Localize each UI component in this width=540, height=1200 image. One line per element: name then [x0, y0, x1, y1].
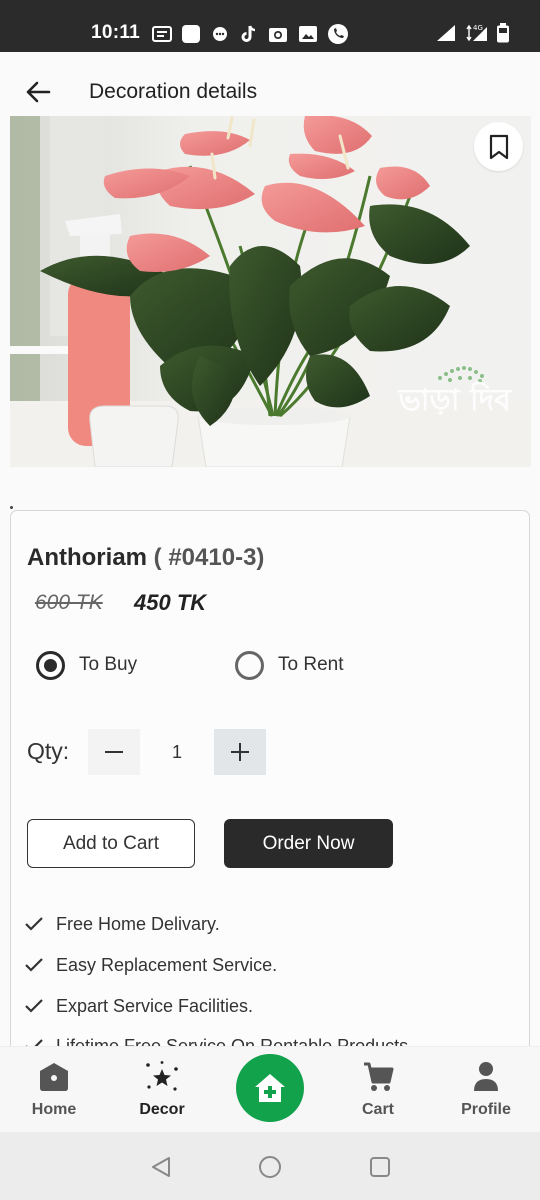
- notification-icon: [152, 26, 172, 42]
- nav-home[interactable]: Home: [9, 1061, 99, 1119]
- old-price: 600 TK: [35, 591, 103, 614]
- radio-to-buy[interactable]: To Buy: [36, 649, 137, 681]
- back-button[interactable]: [20, 74, 56, 110]
- bottom-navigation: Home Decor Cart Profile: [0, 1046, 540, 1132]
- feature-item: Expart Service Facilities.: [25, 992, 253, 1020]
- add-to-cart-button[interactable]: Add to Cart: [27, 819, 195, 868]
- status-time: 10:11: [91, 22, 141, 43]
- product-code: ( #0410-3): [153, 544, 265, 571]
- bookmark-button[interactable]: [474, 122, 523, 171]
- feature-text: Expart Service Facilities.: [56, 995, 254, 1016]
- system-home-button[interactable]: [257, 1154, 283, 1180]
- minus-icon: [105, 751, 123, 753]
- triangle-back-icon: [152, 1157, 170, 1177]
- whatsapp-icon: [328, 24, 348, 44]
- image-icon: [299, 26, 317, 42]
- mobile-data-icon: 4G: [466, 24, 487, 42]
- feature-item: Free Home Delivary.: [25, 910, 220, 938]
- arrow-left-icon: [26, 81, 51, 103]
- dot-mark: [10, 506, 13, 509]
- system-recents-button[interactable]: [367, 1154, 393, 1180]
- watermark: ভাড়া দিব: [398, 383, 511, 418]
- nav-profile-label: Profile: [461, 1101, 511, 1118]
- cart-icon: [364, 1062, 394, 1091]
- bookmark-icon: [489, 134, 508, 159]
- nav-cart-label: Cart: [361, 1101, 394, 1118]
- product-image: ভাড়া দিব: [10, 116, 531, 467]
- nav-decor[interactable]: Decor: [117, 1061, 207, 1119]
- signal-icon: [437, 25, 455, 41]
- new-price: 450 TK: [134, 590, 207, 615]
- svg-text:4G: 4G: [473, 24, 483, 32]
- square-recents-icon: [370, 1157, 390, 1177]
- tiktok-icon: [241, 25, 256, 42]
- check-icon: [25, 917, 43, 931]
- nav-home-label: Home: [31, 1101, 77, 1118]
- feature-item: Easy Replacement Service.: [25, 951, 277, 979]
- home-icon: [40, 1063, 68, 1091]
- profile-icon: [474, 1062, 498, 1091]
- battery-icon: [497, 23, 509, 43]
- quantity-increase-button[interactable]: [214, 729, 266, 775]
- radio-to-buy-label: To Buy: [79, 654, 138, 675]
- product-name: Anthoriam ( #0410-3): [27, 544, 264, 572]
- circle-home-icon: [259, 1156, 281, 1178]
- quantity-value[interactable]: 1: [140, 729, 214, 775]
- page-title: Decoration details: [89, 80, 258, 103]
- add-home-icon: [255, 1074, 285, 1102]
- check-icon: [25, 958, 43, 972]
- app-icon: [182, 25, 200, 43]
- nav-profile[interactable]: Profile: [441, 1061, 531, 1119]
- order-now-button[interactable]: Order Now: [224, 819, 393, 868]
- radio-to-rent[interactable]: To Rent: [235, 649, 343, 681]
- radio-unchecked-icon: [235, 650, 264, 680]
- status-right-icons: 4G: [436, 22, 510, 44]
- feature-text: Free Home Delivary.: [56, 913, 220, 934]
- plus-icon: [231, 743, 249, 761]
- nav-decor-label: Decor: [139, 1101, 185, 1118]
- radio-checked-icon: [36, 650, 65, 680]
- nav-cart[interactable]: Cart: [333, 1061, 423, 1119]
- add-home-fab-button[interactable]: [236, 1054, 304, 1122]
- system-navigation-bar: [0, 1132, 540, 1200]
- system-back-button[interactable]: [148, 1154, 174, 1180]
- quantity-decrease-button[interactable]: [88, 729, 140, 775]
- camera-icon: [269, 28, 287, 42]
- feature-text: Easy Replacement Service.: [56, 954, 278, 975]
- check-icon: [25, 999, 43, 1013]
- quantity-label: Qty:: [27, 738, 70, 764]
- status-bar: 10:11 4G: [0, 0, 540, 52]
- product-detail-card: Anthoriam ( #0410-3) 600 TK 450 TK To Bu…: [10, 510, 530, 1070]
- decor-icon: [146, 1061, 178, 1091]
- app-header: Decoration details: [0, 52, 540, 116]
- radio-to-rent-label: To Rent: [278, 654, 344, 675]
- message-icon: [213, 27, 227, 41]
- product-name-text: Anthoriam: [27, 544, 147, 571]
